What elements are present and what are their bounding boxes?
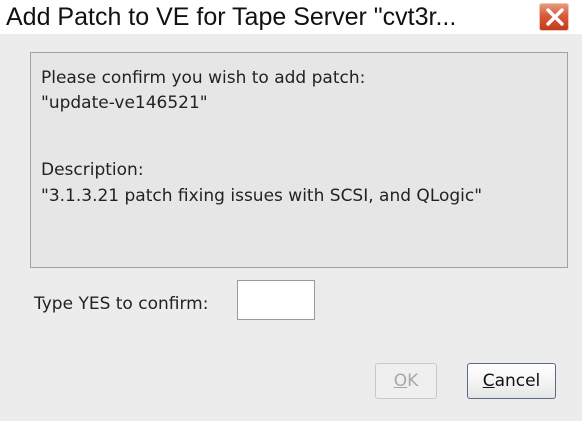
ok-label-rest: K xyxy=(407,371,419,391)
cancel-mnemonic: C xyxy=(482,371,495,391)
close-button[interactable] xyxy=(538,2,570,32)
confirm-label: Type YES to confirm: xyxy=(34,294,209,314)
patch-name: "update-ve146521" xyxy=(41,93,208,113)
message-panel: Please confirm you wish to add patch: "u… xyxy=(30,52,568,268)
dialog-body: Please confirm you wish to add patch: "u… xyxy=(0,34,582,421)
close-icon xyxy=(546,8,564,26)
add-patch-dialog: Add Patch to VE for Tape Server "cvt3r..… xyxy=(0,0,582,421)
ok-mnemonic: O xyxy=(393,371,408,391)
confirm-message: Please confirm you wish to add patch: xyxy=(41,68,366,88)
confirm-input[interactable] xyxy=(237,280,315,320)
cancel-label-rest: ancel xyxy=(494,371,541,391)
ok-button[interactable]: OK xyxy=(375,363,437,399)
description-label: Description: xyxy=(41,160,144,180)
title-bar[interactable]: Add Patch to VE for Tape Server "cvt3r..… xyxy=(0,0,582,34)
cancel-button[interactable]: Cancel xyxy=(467,363,556,399)
window-title: Add Patch to VE for Tape Server "cvt3r..… xyxy=(6,3,457,31)
description-text: "3.1.3.21 patch fixing issues with SCSI,… xyxy=(41,186,483,206)
